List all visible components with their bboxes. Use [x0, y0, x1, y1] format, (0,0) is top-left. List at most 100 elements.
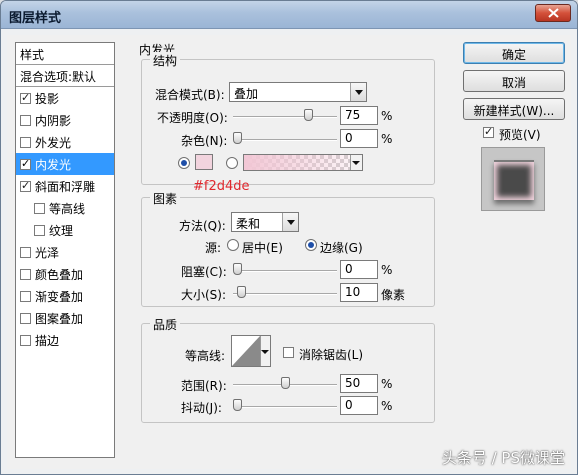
styles-header[interactable]: 样式: [16, 43, 114, 65]
style-item-checkbox[interactable]: [20, 136, 31, 148]
style-item[interactable]: 内发光: [16, 153, 114, 175]
gradient-radio[interactable]: [226, 157, 238, 169]
style-item-label: 图案叠加: [35, 311, 84, 326]
structure-legend: 结构: [150, 52, 181, 69]
style-item-checkbox[interactable]: [20, 312, 31, 324]
opacity-unit: %: [381, 109, 393, 123]
method-value: 柔和: [236, 217, 261, 231]
opacity-label: 不透明度(O):: [157, 111, 228, 125]
glow-color-swatch[interactable]: [195, 154, 213, 170]
style-item-label: 投影: [35, 91, 60, 106]
noise-input[interactable]: 0: [340, 129, 378, 148]
elements-legend: 图素: [150, 190, 181, 207]
quality-legend: 品质: [150, 316, 181, 333]
noise-slider-thumb[interactable]: [233, 132, 242, 144]
size-label: 大小(S):: [181, 288, 227, 302]
style-item[interactable]: 渐变叠加: [16, 285, 114, 307]
source-edge-radio[interactable]: [305, 239, 317, 251]
close-button[interactable]: [535, 4, 571, 22]
layer-style-dialog: 图层样式 样式 混合选项:默认 投影内阴影外发光内发光斜面和浮雕等高线纹理光泽颜…: [0, 0, 578, 475]
range-input[interactable]: 50: [340, 374, 378, 393]
style-item-checkbox[interactable]: [20, 114, 31, 126]
style-item-checkbox[interactable]: [34, 224, 45, 236]
antialias-checkbox[interactable]: [283, 347, 294, 358]
style-item-label: 内阴影: [35, 113, 72, 128]
style-item[interactable]: 描边: [16, 329, 114, 351]
window-title: 图层样式: [9, 11, 62, 26]
choke-unit: %: [381, 263, 393, 277]
source-label: 源:: [205, 241, 222, 255]
style-item-checkbox[interactable]: [34, 202, 45, 214]
blend-mode-value: 叠加: [234, 87, 259, 101]
close-icon: [548, 8, 559, 18]
range-label: 范围(R):: [181, 379, 227, 393]
opacity-input[interactable]: 75: [340, 106, 378, 125]
ok-button[interactable]: 确定: [463, 42, 565, 64]
chevron-down-icon: [282, 213, 298, 231]
jitter-slider-thumb[interactable]: [233, 399, 242, 411]
style-item-label: 描边: [35, 333, 60, 348]
opacity-slider[interactable]: [233, 109, 337, 121]
style-item-checkbox[interactable]: [20, 290, 31, 302]
range-slider-thumb[interactable]: [281, 377, 290, 389]
choke-label: 阻塞(C):: [181, 265, 227, 279]
preview-label: 预览(V): [499, 128, 541, 142]
method-label: 方法(Q):: [179, 219, 226, 233]
source-edge-label: 边缘(G): [320, 241, 363, 255]
range-unit: %: [381, 377, 393, 391]
method-select[interactable]: 柔和: [231, 212, 299, 232]
style-item[interactable]: 颜色叠加: [16, 263, 114, 285]
style-item-label: 等高线: [49, 201, 86, 216]
style-item[interactable]: 外发光: [16, 131, 114, 153]
contour-picker[interactable]: [231, 335, 271, 367]
style-item[interactable]: 斜面和浮雕: [16, 175, 114, 197]
noise-slider[interactable]: [233, 132, 337, 144]
size-slider[interactable]: [233, 286, 337, 298]
style-item[interactable]: 纹理: [16, 219, 114, 241]
opacity-slider-thumb[interactable]: [304, 109, 313, 121]
size-unit: 像素: [381, 288, 406, 302]
styles-list: 样式 混合选项:默认 投影内阴影外发光内发光斜面和浮雕等高线纹理光泽颜色叠加渐变…: [15, 42, 115, 458]
solid-color-radio[interactable]: [178, 157, 190, 169]
gradient-picker[interactable]: [243, 154, 363, 171]
style-item[interactable]: 等高线: [16, 197, 114, 219]
style-item[interactable]: 图案叠加: [16, 307, 114, 329]
jitter-input[interactable]: 0: [340, 396, 378, 415]
jitter-unit: %: [381, 399, 393, 413]
size-slider-thumb[interactable]: [237, 286, 246, 298]
jitter-slider[interactable]: [233, 399, 337, 411]
size-input[interactable]: 10: [340, 283, 378, 302]
blend-mode-select[interactable]: 叠加: [229, 82, 367, 102]
style-item-label: 光泽: [35, 245, 60, 260]
style-item-label: 纹理: [49, 223, 74, 238]
style-item-checkbox[interactable]: [20, 268, 31, 280]
style-item-checkbox[interactable]: [20, 334, 31, 346]
dialog-body: 样式 混合选项:默认 投影内阴影外发光内发光斜面和浮雕等高线纹理光泽颜色叠加渐变…: [7, 35, 571, 469]
style-item[interactable]: 投影: [16, 87, 114, 109]
choke-slider[interactable]: [233, 263, 337, 275]
style-item-checkbox[interactable]: [20, 157, 31, 170]
style-item-checkbox[interactable]: [20, 246, 31, 258]
style-item-checkbox[interactable]: [20, 179, 31, 192]
choke-slider-thumb[interactable]: [233, 263, 242, 275]
range-slider[interactable]: [233, 377, 337, 389]
style-item-label: 渐变叠加: [35, 289, 84, 304]
style-preview-thumbnail: [481, 147, 545, 211]
contour-linear-icon: [232, 336, 260, 366]
title-bar: 图层样式: [1, 1, 577, 29]
style-item-label: 内发光: [35, 157, 72, 172]
chevron-down-icon: [350, 83, 366, 101]
noise-unit: %: [381, 132, 393, 146]
style-item-checkbox[interactable]: [20, 91, 31, 104]
blend-mode-label: 混合模式(B):: [155, 88, 225, 102]
source-center-radio[interactable]: [227, 239, 239, 251]
contour-label: 等高线:: [185, 349, 226, 363]
blending-options-item[interactable]: 混合选项:默认: [16, 65, 114, 87]
style-item[interactable]: 内阴影: [16, 109, 114, 131]
preview-checkbox[interactable]: [483, 125, 494, 138]
style-item[interactable]: 光泽: [16, 241, 114, 263]
cancel-button[interactable]: 取消: [463, 70, 565, 92]
choke-input[interactable]: 0: [340, 260, 378, 279]
jitter-label: 抖动(J):: [181, 401, 222, 415]
new-style-button[interactable]: 新建样式(W)...: [463, 98, 565, 120]
